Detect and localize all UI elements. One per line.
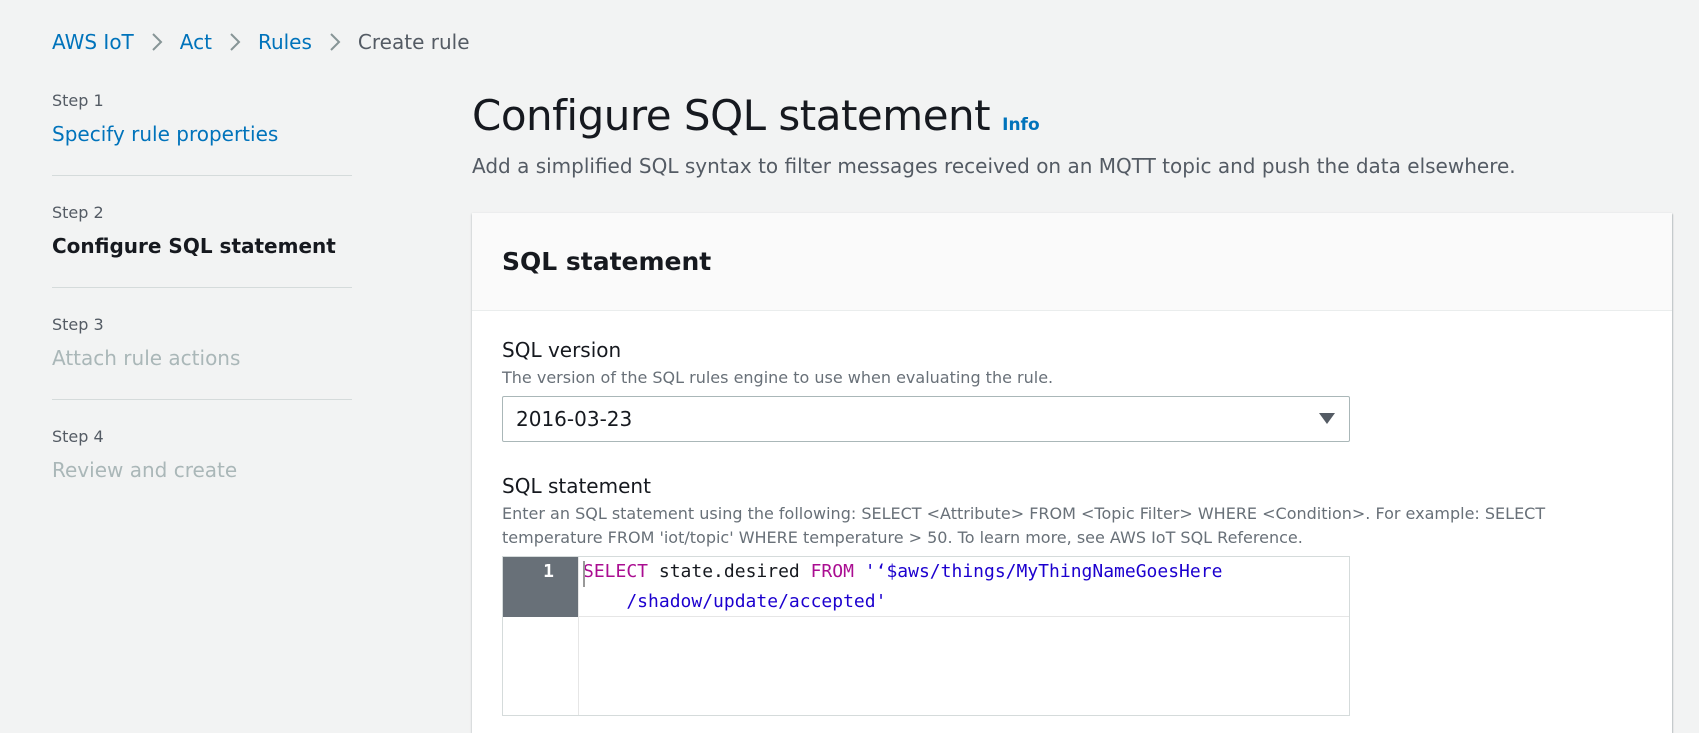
- breadcrumb-current: Create rule: [357, 30, 470, 54]
- breadcrumb: AWS IoT Act Rules Create rule: [52, 26, 470, 58]
- wizard-step-3: Step 3 Attach rule actions: [52, 312, 352, 400]
- panel-header: SQL statement: [472, 213, 1672, 311]
- breadcrumb-rules[interactable]: Rules: [258, 30, 312, 54]
- step-disabled-review-and-create: Review and create: [52, 458, 238, 482]
- chevron-right-icon: [151, 33, 163, 51]
- chevron-right-icon: [229, 33, 241, 51]
- wizard-step-2: Step 2 Configure SQL statement: [52, 200, 352, 288]
- sql-version-value: 2016-03-23: [516, 407, 633, 431]
- step-number: Step 4: [52, 427, 104, 446]
- sql-statement-label: SQL statement: [502, 474, 651, 498]
- page-header: Configure SQL statement Info: [472, 86, 1672, 146]
- sql-topic-string-continued: /shadow/update/accepted': [583, 591, 887, 612]
- sql-keyword-from: FROM: [810, 561, 854, 582]
- step-current-configure-sql: Configure SQL statement: [52, 234, 336, 258]
- page-description: Add a simplified SQL syntax to filter me…: [472, 154, 1516, 178]
- text-cursor: [583, 561, 585, 587]
- editor-gutter: 1: [503, 557, 579, 715]
- code-line: SELECT state.desired FROM '‘$aws/things/…: [579, 557, 1349, 617]
- sql-code-editor[interactable]: 1 SELECT state.desired FROM '‘$aws/thing…: [502, 556, 1350, 716]
- sql-statement-panel: SQL statement SQL version The version of…: [472, 213, 1672, 733]
- breadcrumb-aws-iot[interactable]: AWS IoT: [52, 30, 134, 54]
- caret-down-icon: [1319, 413, 1335, 425]
- sql-topic-string: '‘$aws/things/MyThingNameGoesHere: [853, 561, 1223, 582]
- wizard-steps: Step 1 Specify rule properties Step 2 Co…: [52, 88, 352, 535]
- main-content: Configure SQL statement Info Add a simpl…: [472, 86, 1672, 180]
- sql-attribute: state.desired: [648, 561, 811, 582]
- line-number: 1: [503, 557, 578, 617]
- editor-text-area[interactable]: SELECT state.desired FROM '‘$aws/things/…: [579, 557, 1349, 715]
- breadcrumb-act[interactable]: Act: [180, 30, 212, 54]
- panel-body: SQL version The version of the SQL rules…: [472, 336, 1672, 716]
- step-number: Step 3: [52, 315, 104, 334]
- chevron-right-icon: [329, 33, 341, 51]
- page-title: Configure SQL statement: [472, 91, 991, 140]
- info-link[interactable]: Info: [1002, 115, 1040, 135]
- step-link-specify-rule-properties[interactable]: Specify rule properties: [52, 118, 352, 150]
- step-number: Step 2: [52, 203, 104, 222]
- wizard-step-4: Step 4 Review and create: [52, 424, 352, 511]
- sql-version-select[interactable]: 2016-03-23: [502, 396, 1350, 442]
- wizard-step-1: Step 1 Specify rule properties: [52, 88, 352, 176]
- sql-version-description: The version of the SQL rules engine to u…: [502, 368, 1054, 387]
- sql-keyword-select: SELECT: [583, 561, 649, 582]
- panel-title: SQL statement: [502, 247, 712, 276]
- step-number: Step 1: [52, 91, 104, 110]
- sql-version-label: SQL version: [502, 338, 622, 362]
- step-disabled-attach-rule-actions: Attach rule actions: [52, 346, 241, 370]
- sql-statement-description: Enter an SQL statement using the followi…: [502, 504, 1546, 547]
